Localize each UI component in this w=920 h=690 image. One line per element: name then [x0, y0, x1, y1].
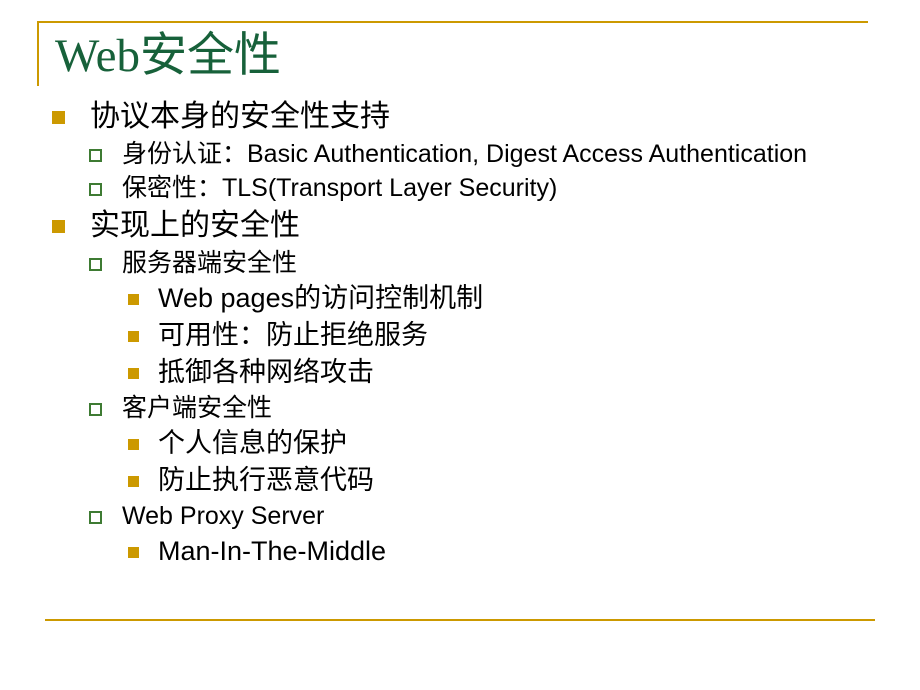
- bullet-item-label: 可用性：防止拒绝服务: [158, 320, 428, 350]
- bullet-marker-level-2-icon: [89, 183, 102, 196]
- bullet-item-label: Web pages的访问控制机制: [158, 283, 484, 313]
- bullet-marker-level-1-icon: [52, 220, 65, 233]
- bullet-item-label: 实现上的安全性: [90, 209, 300, 242]
- bullet-item-level-3: Web pages的访问控制机制: [0, 280, 920, 317]
- bullet-item-level-2: 服务器端安全性: [0, 246, 920, 280]
- bullet-marker-level-2-icon: [89, 258, 102, 271]
- bullet-item-label: Man-In-The-Middle: [158, 536, 387, 566]
- bullet-item-level-3: 防止执行恶意代码: [0, 462, 920, 499]
- bullet-item-level-1: 协议本身的安全性支持: [0, 96, 920, 137]
- bullet-item-label: 抵御各种网络攻击: [158, 357, 374, 387]
- bullet-item-label: 个人信息的保护: [158, 428, 347, 458]
- decorative-top-horizontal-rule: [37, 21, 868, 23]
- bullet-item-level-2: Web Proxy Server: [0, 499, 920, 533]
- bullet-item-level-2: 保密性：TLS(Transport Layer Security): [0, 171, 920, 205]
- bullet-item-label: 客户端安全性: [122, 394, 273, 422]
- bullet-marker-level-3-icon: [128, 331, 139, 342]
- bullet-marker-level-3-icon: [128, 476, 139, 487]
- slide-title: Web安全性: [55, 30, 281, 82]
- bullet-item-label: 协议本身的安全性支持: [90, 100, 390, 133]
- bullet-item-label: 服务器端安全性: [122, 249, 298, 277]
- bullet-marker-level-3-icon: [128, 294, 139, 305]
- bullet-marker-level-3-icon: [128, 439, 139, 450]
- decorative-top-vertical-rule: [37, 21, 39, 86]
- bullet-item-level-3: 个人信息的保护: [0, 425, 920, 462]
- bullet-item-level-1: 实现上的安全性: [0, 205, 920, 246]
- bullet-marker-level-2-icon: [89, 149, 102, 162]
- bullet-item-level-2: 身份认证：Basic Authentication, Digest Access…: [0, 137, 920, 171]
- bullet-item-level-3: 可用性：防止拒绝服务: [0, 317, 920, 354]
- bullet-item-label: Web Proxy Server: [122, 502, 325, 530]
- slide-canvas: Web安全性 协议本身的安全性支持身份认证：Basic Authenticati…: [0, 0, 920, 690]
- decorative-bottom-horizontal-rule: [45, 619, 875, 621]
- bullet-item-label: 防止执行恶意代码: [158, 465, 374, 495]
- bullet-item-label: 保密性：TLS(Transport Layer Security): [122, 174, 558, 202]
- bullet-marker-level-2-icon: [89, 511, 102, 524]
- bullet-item-label: 身份认证：Basic Authentication, Digest Access…: [122, 140, 808, 168]
- bullet-item-level-3: Man-In-The-Middle: [0, 533, 920, 570]
- bullet-marker-level-2-icon: [89, 403, 102, 416]
- bullet-marker-level-3-icon: [128, 368, 139, 379]
- bullet-list: 协议本身的安全性支持身份认证：Basic Authentication, Dig…: [0, 96, 920, 570]
- bullet-item-level-3: 抵御各种网络攻击: [0, 354, 920, 391]
- bullet-marker-level-3-icon: [128, 547, 139, 558]
- bullet-marker-level-1-icon: [52, 111, 65, 124]
- bullet-item-level-2: 客户端安全性: [0, 391, 920, 425]
